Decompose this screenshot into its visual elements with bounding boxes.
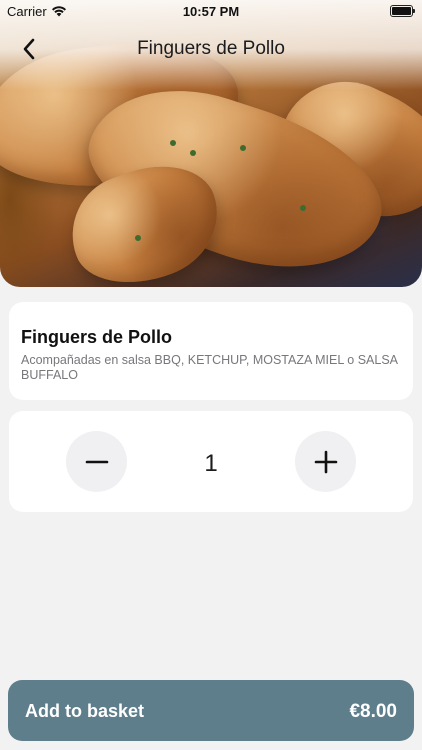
increment-button[interactable] [295, 431, 356, 492]
back-button[interactable] [14, 34, 44, 64]
battery-icon [390, 5, 415, 17]
product-name: Finguers de Pollo [21, 327, 173, 347]
status-bar: Carrier 10:57 PM [0, 0, 422, 22]
product-info-card: Finguers de Pollo Acompañadas en salsa B… [9, 302, 413, 400]
product-description: Acompañadas en salsa BBQ, KETCHUP, MOSTA… [21, 353, 398, 382]
page-title: Finguers de Pollo [137, 38, 285, 59]
chevron-left-icon [23, 38, 35, 60]
add-to-basket-label: Add to basket [25, 701, 145, 721]
quantity-stepper: 1 [9, 411, 413, 512]
status-time: 10:57 PM [182, 4, 240, 19]
plus-icon [314, 450, 337, 473]
basket-price: €8.00 [349, 701, 397, 722]
add-to-basket-button[interactable]: Add to basket €8.00 [8, 680, 414, 741]
